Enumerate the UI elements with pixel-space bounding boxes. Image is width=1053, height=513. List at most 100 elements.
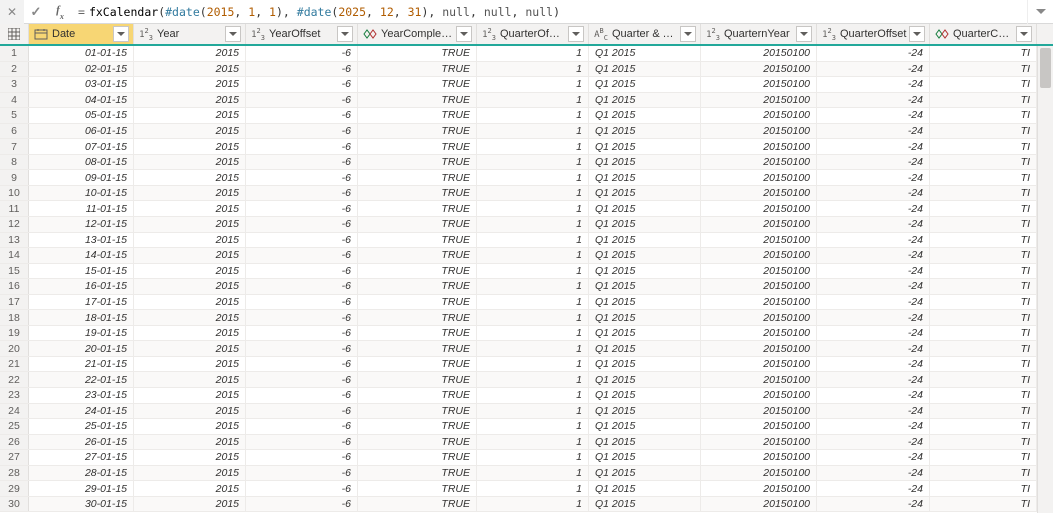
cell-QuarternYear[interactable]: 20150100 — [701, 170, 817, 185]
type-icon-bool[interactable] — [362, 27, 378, 41]
cell-QuarterOfYear[interactable]: 1 — [477, 466, 589, 481]
row-number[interactable]: 3 — [0, 77, 29, 92]
cell-YearCompleted[interactable]: TRUE — [358, 124, 477, 139]
cancel-button[interactable] — [0, 0, 24, 24]
cell-QuarterOfYear[interactable]: 1 — [477, 388, 589, 403]
cell-Year[interactable]: 2015 — [134, 186, 246, 201]
column-filter-button[interactable] — [680, 26, 696, 42]
cell-QuarterCompleted[interactable]: TI — [930, 217, 1037, 232]
cell-QuarterCompleted[interactable]: TI — [930, 310, 1037, 325]
cell-QuarterOffset[interactable]: -24 — [817, 481, 930, 496]
cell-YearCompleted[interactable]: TRUE — [358, 108, 477, 123]
cell-Date[interactable]: 01-01-15 — [29, 46, 134, 61]
cell-QuarterAndYear[interactable]: Q1 2015 — [589, 155, 701, 170]
cell-QuarterOffset[interactable]: -24 — [817, 217, 930, 232]
cell-QuarterOffset[interactable]: -24 — [817, 497, 930, 512]
cell-Date[interactable]: 19-01-15 — [29, 326, 134, 341]
table-row[interactable]: 2222-01-152015-6TRUE1Q1 201520150100-24T… — [0, 372, 1053, 388]
cell-QuarterOffset[interactable]: -24 — [817, 310, 930, 325]
column-filter-button[interactable] — [113, 26, 129, 42]
cell-QuarterOfYear[interactable]: 1 — [477, 341, 589, 356]
cell-QuarternYear[interactable]: 20150100 — [701, 155, 817, 170]
cell-QuarterOffset[interactable]: -24 — [817, 357, 930, 372]
column-filter-button[interactable] — [796, 26, 812, 42]
cell-YearOffset[interactable]: -6 — [246, 341, 358, 356]
cell-Year[interactable]: 2015 — [134, 295, 246, 310]
cell-QuarterOffset[interactable]: -24 — [817, 435, 930, 450]
cell-Year[interactable]: 2015 — [134, 450, 246, 465]
cell-QuarterCompleted[interactable]: TI — [930, 77, 1037, 92]
cell-YearCompleted[interactable]: TRUE — [358, 357, 477, 372]
cell-YearOffset[interactable]: -6 — [246, 450, 358, 465]
table-row[interactable]: 2020-01-152015-6TRUE1Q1 201520150100-24T… — [0, 341, 1053, 357]
cell-QuarterOffset[interactable]: -24 — [817, 264, 930, 279]
cell-YearCompleted[interactable]: TRUE — [358, 466, 477, 481]
cell-Date[interactable]: 11-01-15 — [29, 201, 134, 216]
cell-YearCompleted[interactable]: TRUE — [358, 419, 477, 434]
cell-QuarternYear[interactable]: 20150100 — [701, 341, 817, 356]
column-header-QuarterOfYear[interactable]: 123QuarterOfYear — [477, 24, 589, 44]
cell-QuarterOfYear[interactable]: 1 — [477, 46, 589, 61]
cell-QuarternYear[interactable]: 20150100 — [701, 139, 817, 154]
cell-Year[interactable]: 2015 — [134, 108, 246, 123]
cell-QuarterAndYear[interactable]: Q1 2015 — [589, 62, 701, 77]
cell-QuarterOffset[interactable]: -24 — [817, 201, 930, 216]
cell-Year[interactable]: 2015 — [134, 341, 246, 356]
cell-Date[interactable]: 27-01-15 — [29, 450, 134, 465]
table-row[interactable]: 2121-01-152015-6TRUE1Q1 201520150100-24T… — [0, 357, 1053, 373]
cell-QuarternYear[interactable]: 20150100 — [701, 388, 817, 403]
cell-Year[interactable]: 2015 — [134, 279, 246, 294]
row-number[interactable]: 13 — [0, 233, 29, 248]
cell-YearOffset[interactable]: -6 — [246, 497, 358, 512]
cell-Year[interactable]: 2015 — [134, 93, 246, 108]
cell-QuarterOffset[interactable]: -24 — [817, 248, 930, 263]
cell-Year[interactable]: 2015 — [134, 201, 246, 216]
fx-button[interactable]: fx — [48, 0, 72, 24]
cell-QuarterCompleted[interactable]: TI — [930, 357, 1037, 372]
cell-QuarterAndYear[interactable]: Q1 2015 — [589, 233, 701, 248]
table-row[interactable]: 202-01-152015-6TRUE1Q1 201520150100-24TI — [0, 62, 1053, 78]
row-number[interactable]: 26 — [0, 435, 29, 450]
cell-QuarterOfYear[interactable]: 1 — [477, 201, 589, 216]
cell-YearOffset[interactable]: -6 — [246, 93, 358, 108]
cell-QuarterOfYear[interactable]: 1 — [477, 419, 589, 434]
cell-Year[interactable]: 2015 — [134, 77, 246, 92]
type-icon-bool[interactable] — [934, 27, 950, 41]
cell-QuarterCompleted[interactable]: TI — [930, 248, 1037, 263]
cell-Year[interactable]: 2015 — [134, 155, 246, 170]
column-filter-button[interactable] — [909, 26, 925, 42]
row-number[interactable]: 19 — [0, 326, 29, 341]
table-row[interactable]: 2727-01-152015-6TRUE1Q1 201520150100-24T… — [0, 450, 1053, 466]
cell-YearCompleted[interactable]: TRUE — [358, 170, 477, 185]
cell-YearCompleted[interactable]: TRUE — [358, 201, 477, 216]
cell-YearCompleted[interactable]: TRUE — [358, 139, 477, 154]
row-number[interactable]: 22 — [0, 372, 29, 387]
cell-QuarterAndYear[interactable]: Q1 2015 — [589, 419, 701, 434]
row-number[interactable]: 17 — [0, 295, 29, 310]
cell-QuarterCompleted[interactable]: TI — [930, 62, 1037, 77]
cell-YearOffset[interactable]: -6 — [246, 388, 358, 403]
table-row[interactable]: 1010-01-152015-6TRUE1Q1 201520150100-24T… — [0, 186, 1053, 202]
cell-Date[interactable]: 09-01-15 — [29, 170, 134, 185]
cell-QuarterAndYear[interactable]: Q1 2015 — [589, 372, 701, 387]
table-row[interactable]: 505-01-152015-6TRUE1Q1 201520150100-24TI — [0, 108, 1053, 124]
cell-YearOffset[interactable]: -6 — [246, 186, 358, 201]
row-number[interactable]: 28 — [0, 466, 29, 481]
cell-QuarternYear[interactable]: 20150100 — [701, 201, 817, 216]
cell-QuarterOfYear[interactable]: 1 — [477, 450, 589, 465]
cell-YearCompleted[interactable]: TRUE — [358, 279, 477, 294]
cell-Date[interactable]: 08-01-15 — [29, 155, 134, 170]
column-header-Date[interactable]: Date — [29, 24, 134, 44]
cell-QuarternYear[interactable]: 20150100 — [701, 326, 817, 341]
table-row[interactable]: 2828-01-152015-6TRUE1Q1 201520150100-24T… — [0, 466, 1053, 482]
cell-QuarterAndYear[interactable]: Q1 2015 — [589, 139, 701, 154]
cell-QuarterOfYear[interactable]: 1 — [477, 124, 589, 139]
type-icon-text[interactable]: ABC — [593, 27, 609, 41]
cell-YearOffset[interactable]: -6 — [246, 139, 358, 154]
cell-QuarterOfYear[interactable]: 1 — [477, 170, 589, 185]
cell-YearCompleted[interactable]: TRUE — [358, 435, 477, 450]
table-row[interactable]: 606-01-152015-6TRUE1Q1 201520150100-24TI — [0, 124, 1053, 140]
cell-Year[interactable]: 2015 — [134, 481, 246, 496]
cell-QuarterCompleted[interactable]: TI — [930, 155, 1037, 170]
cell-Date[interactable]: 22-01-15 — [29, 372, 134, 387]
